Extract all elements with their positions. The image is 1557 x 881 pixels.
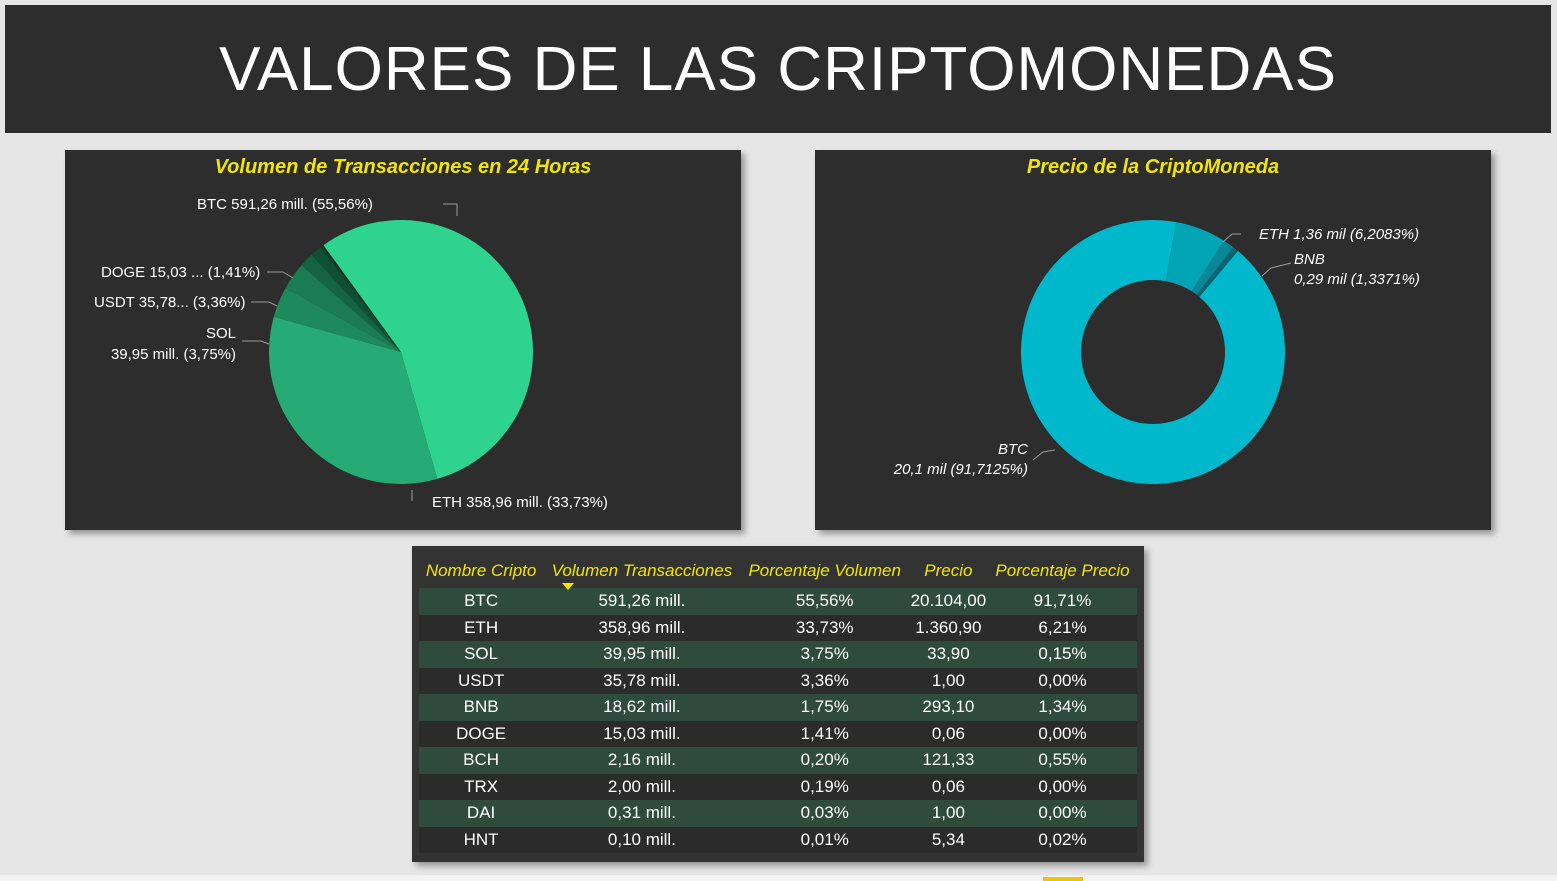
table-cell: 0,01% (740, 826, 909, 853)
table-row[interactable]: HNT 0,10 mill. 0,01% 5,34 0,02% (419, 826, 1137, 853)
table-cell: 1,00 (908, 800, 988, 827)
donut-label-bnb-name: BNB (1294, 251, 1325, 268)
table-cell: 1,34% (988, 694, 1137, 721)
table-cell: 18,62 mill. (543, 694, 741, 721)
table-row[interactable]: TRX 2,00 mill. 0,19% 0,06 0,00% (419, 773, 1137, 800)
table-cell: 91,71% (988, 588, 1137, 615)
table-cell: 33,90 (908, 641, 988, 668)
pie-label-doge: DOGE 15,03 ... (1,41%) (101, 264, 260, 281)
slice-btc[interactable] (1021, 219, 1285, 484)
table-cell: HNT (419, 826, 544, 853)
table-cell: 293,10 (908, 694, 988, 721)
price-donut-chart[interactable]: ETH 1,36 mil (6,2083%) BNB 0,29 mil (1,3… (815, 150, 1491, 530)
bnb-price-leader-line (1261, 262, 1292, 277)
btc-leader-line (443, 203, 458, 216)
table-cell: 1.360,90 (908, 614, 988, 641)
pie-label-sol-value: 39,95 mill. (3,75%) (111, 346, 236, 363)
table-cell: 0,55% (988, 747, 1137, 774)
table-cell: 0,03% (740, 800, 909, 827)
table-cell: BTC (419, 588, 544, 615)
table-cell: 3,75% (740, 641, 909, 668)
table-cell: 0,00% (988, 667, 1137, 694)
table-cell: 39,95 mill. (543, 641, 741, 668)
table-cell: BCH (419, 747, 544, 774)
table-header-row: Nombre Cripto Volumen Transacciones Porcen… (419, 554, 1137, 590)
btc-price-leader-line (1032, 449, 1056, 461)
table-cell: SOL (419, 641, 544, 668)
table-cell: 0,00% (988, 800, 1137, 827)
table-cell: 0,00% (988, 773, 1137, 800)
crypto-table-card[interactable]: Nombre Cripto Volumen Transacciones Porcen… (412, 546, 1144, 862)
page-title: VALORES DE LAS CRIPTOMONEDAS (5, 5, 1551, 133)
table-row[interactable]: BNB 18,62 mill. 1,75% 293,10 1,34% (419, 694, 1137, 721)
table-cell: 0,20% (740, 747, 909, 774)
volume-pie-chart[interactable]: BTC 591,26 mill. (55,56%) DOGE 15,03 ...… (65, 150, 741, 530)
table-cell: 2,16 mill. (543, 747, 741, 774)
table-cell: TRX (419, 773, 544, 800)
table-cell: 55,56% (740, 588, 909, 615)
table-row[interactable]: SOL 39,95 mill. 3,75% 33,90 0,15% (419, 641, 1137, 668)
table-cell: 0,02% (988, 826, 1137, 853)
pie-label-sol-name: SOL (206, 325, 236, 342)
table-row[interactable]: DAI 0,31 mill. 0,03% 1,00 0,00% (419, 800, 1137, 827)
table-row[interactable]: DOGE 15,03 mill. 1,41% 0,06 0,00% (419, 720, 1137, 747)
table-row[interactable]: ETH 358,96 mill. 33,73% 1.360,90 6,21% (419, 614, 1137, 641)
volume-pie-card[interactable]: Volumen de Transacciones en 24 Horas BTC… (65, 150, 741, 530)
column-header[interactable]: Porcentaje Volumen (741, 554, 909, 588)
pie-label-eth: ETH 358,96 mill. (33,73%) (432, 494, 608, 511)
price-donut-card[interactable]: Precio de la CriptoMoneda ETH 1,36 mil (… (815, 150, 1491, 530)
column-header[interactable]: Porcentaje Precio (988, 554, 1137, 588)
pie-label-usdt: USDT 35,78... (3,36%) (94, 294, 245, 311)
table-cell: 3,36% (740, 667, 909, 694)
table-cell: 121,33 (908, 747, 988, 774)
table-cell: 358,96 mill. (543, 614, 741, 641)
column-header[interactable]: Precio (909, 554, 988, 588)
table-cell: 0,06 (908, 720, 988, 747)
table-cell: 1,41% (740, 720, 909, 747)
table-row[interactable]: BCH 2,16 mill. 0,20% 121,33 0,55% (419, 747, 1137, 774)
table-cell: 1,75% (740, 694, 909, 721)
table-cell: DOGE (419, 720, 544, 747)
doge-leader-line (267, 271, 294, 279)
eth-price-leader-line (1222, 233, 1241, 243)
table-cell: 0,15% (988, 641, 1137, 668)
crypto-table[interactable]: Nombre Cripto Volumen Transacciones Porcen… (419, 554, 1137, 853)
table-cell: 0,00% (988, 720, 1137, 747)
column-header[interactable]: Nombre Cripto (419, 554, 543, 588)
usdt-leader-line (251, 301, 278, 307)
table-cell: 0,31 mill. (543, 800, 741, 827)
table-cell: USDT (419, 667, 544, 694)
table-cell: 1,00 (908, 667, 988, 694)
table-cell: 0,10 mill. (543, 826, 741, 853)
table-row[interactable]: BTC 591,26 mill. 55,56% 20.104,00 91,71% (419, 588, 1137, 615)
table-cell: 591,26 mill. (543, 588, 741, 615)
donut-label-btc-name: BTC (998, 441, 1028, 458)
table-cell: 20.104,00 (908, 588, 988, 615)
table-cell: 6,21% (988, 614, 1137, 641)
table-cell: 35,78 mill. (543, 667, 741, 694)
table-cell: 15,03 mill. (543, 720, 741, 747)
donut-label-bnb-value: 0,29 mil (1,3371%) (1294, 271, 1420, 288)
sol-leader-line (242, 340, 270, 345)
table-cell: 5,34 (908, 826, 988, 853)
page-tab-bar (0, 875, 1557, 881)
column-header[interactable]: Volumen Transacciones (543, 554, 740, 590)
table-cell: ETH (419, 614, 544, 641)
table-cell: 0,19% (740, 773, 909, 800)
table-row[interactable]: USDT 35,78 mill. 3,36% 1,00 0,00% (419, 667, 1137, 694)
table-cell: DAI (419, 800, 544, 827)
table-cell: BNB (419, 694, 544, 721)
sort-descending-icon[interactable] (561, 583, 574, 590)
donut-label-btc-value: 20,1 mil (91,7125%) (893, 461, 1028, 478)
table-cell: 2,00 mill. (543, 773, 741, 800)
table-cell: 33,73% (740, 614, 909, 641)
table-cell: 0,06 (908, 773, 988, 800)
donut-label-eth: ETH 1,36 mil (6,2083%) (1259, 226, 1419, 243)
pie-label-btc: BTC 591,26 mill. (55,56%) (197, 196, 373, 213)
active-page-tab[interactable] (1043, 877, 1083, 881)
